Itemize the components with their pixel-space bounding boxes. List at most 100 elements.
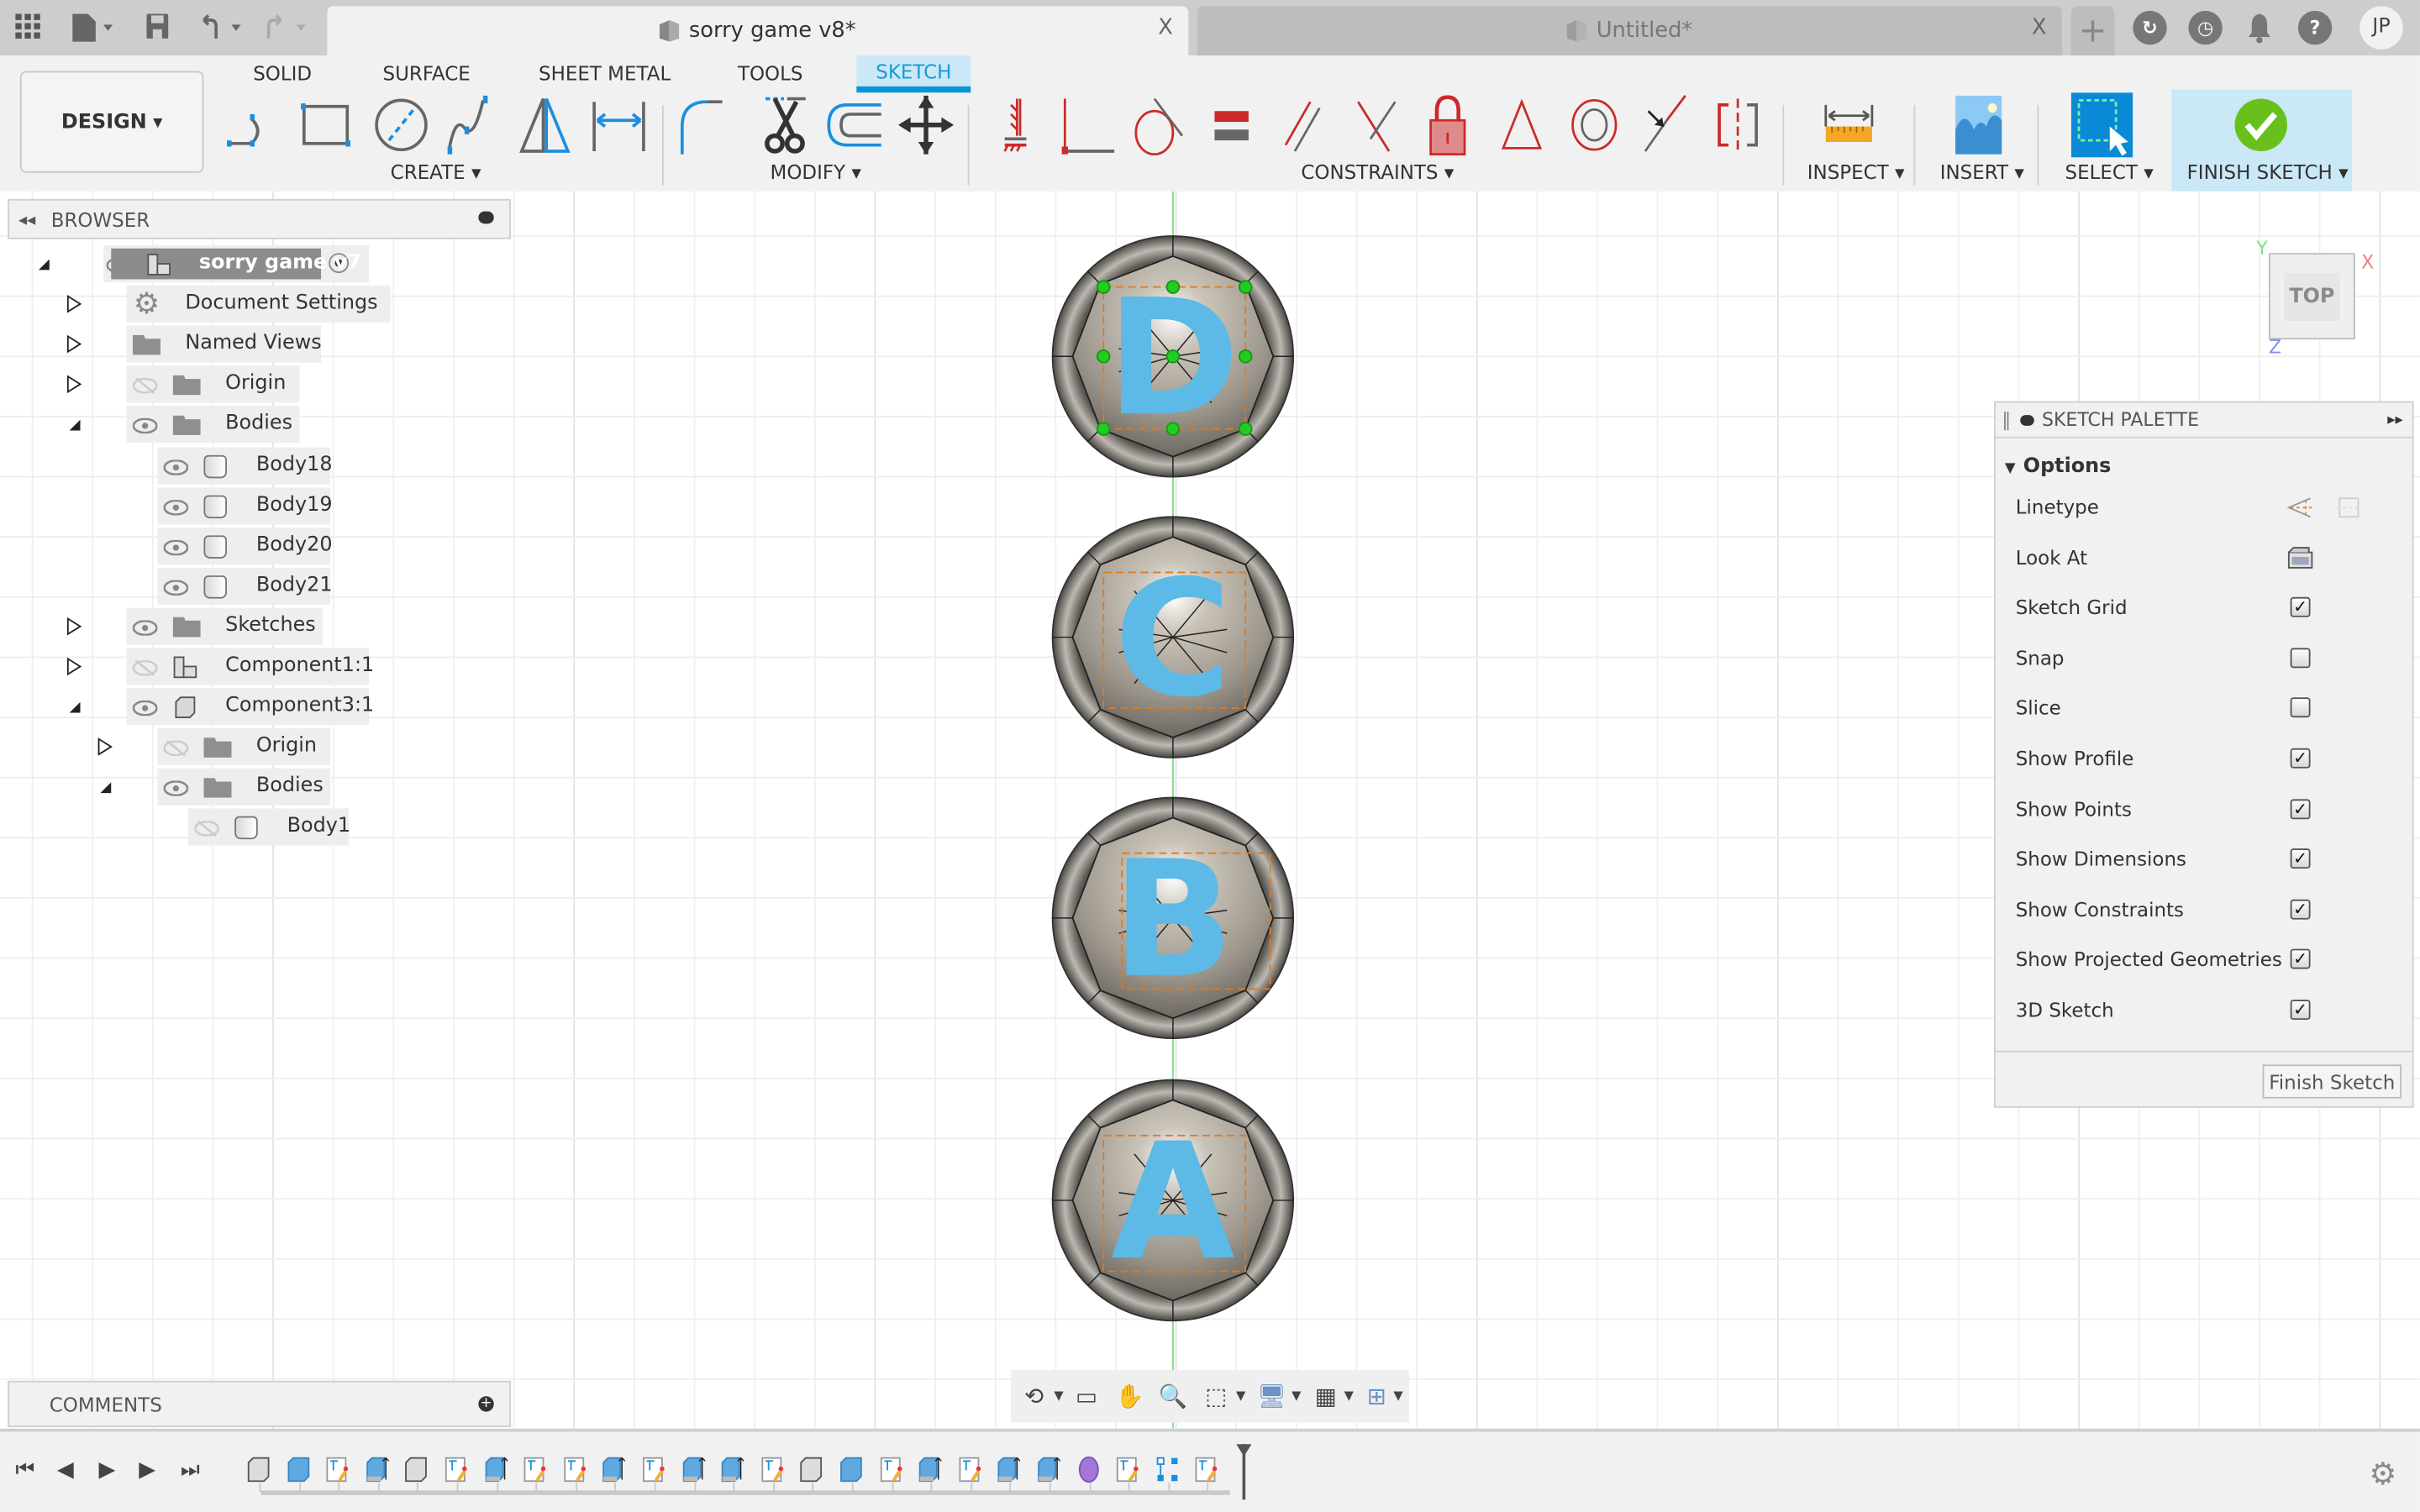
- construction-linetype-icon[interactable]: [2286, 496, 2313, 520]
- expand-arrow-icon[interactable]: [66, 375, 82, 394]
- settings-gear-icon[interactable]: ⚙: [2369, 1455, 2396, 1492]
- timeline-feature-sketch[interactable]: [326, 1457, 350, 1483]
- palette-checkbox-show-constraints[interactable]: ✓: [2290, 899, 2311, 920]
- sketch-point[interactable]: [1096, 349, 1111, 364]
- midpoint-tool[interactable]: [1633, 92, 1694, 157]
- timeline-marker-head[interactable]: [1236, 1444, 1252, 1457]
- browser-item[interactable]: Named Views: [0, 325, 509, 363]
- close-tab-button[interactable]: X: [1158, 15, 1173, 39]
- visibility-eye-icon[interactable]: [132, 618, 158, 636]
- browser-item[interactable]: Bodies: [0, 406, 509, 444]
- browser-item[interactable]: sorry game v7: [0, 245, 509, 283]
- timeline-feature-extrude-arrow[interactable]: [1037, 1457, 1061, 1483]
- timeline-feature-sketch[interactable]: [563, 1457, 587, 1483]
- collapse-arrow-icon[interactable]: [35, 255, 50, 273]
- sketch-point[interactable]: [1238, 422, 1253, 436]
- hidden-eye-icon[interactable]: [132, 659, 158, 677]
- chevron-down-icon[interactable]: ▼: [1341, 1381, 1356, 1412]
- chevron-down-icon[interactable]: ▼: [1051, 1381, 1066, 1412]
- timeline-feature-box[interactable]: [405, 1457, 429, 1483]
- notifications-icon[interactable]: [2244, 13, 2275, 44]
- browser-item[interactable]: Sketches: [0, 607, 509, 645]
- save-icon[interactable]: [142, 13, 173, 44]
- insert-menu[interactable]: INSERT ▾: [1940, 160, 2024, 184]
- symmetry-tool[interactable]: [1707, 92, 1768, 157]
- parallel-tool[interactable]: [1273, 92, 1334, 157]
- viewport-canvas[interactable]: D C B A ◂◂ BROWSER sorry game v7 ⚙ Docum…: [0, 191, 2420, 1429]
- extensions-icon[interactable]: ↻: [2133, 10, 2167, 45]
- chevron-down-icon[interactable]: ▼: [1289, 1381, 1304, 1412]
- timeline-feature-sketch[interactable]: [1116, 1457, 1139, 1483]
- app-grid-icon[interactable]: [13, 13, 44, 44]
- visibility-eye-icon[interactable]: [163, 498, 189, 516]
- sketch-point[interactable]: [1165, 349, 1181, 364]
- browser-item[interactable]: Body21: [0, 567, 509, 605]
- zoom-icon[interactable]: 🔍: [1156, 1381, 1190, 1412]
- finish-sketch-palette-button[interactable]: Finish Sketch: [2262, 1064, 2402, 1099]
- timeline-feature-box[interactable]: [247, 1457, 271, 1483]
- insert-image-tool[interactable]: [1948, 92, 2009, 157]
- constraints-menu[interactable]: CONSTRAINTS ▾: [1301, 160, 1454, 184]
- new-tab-button[interactable]: +: [2070, 6, 2115, 56]
- go-to-end-icon[interactable]: ⏭: [181, 1458, 200, 1483]
- look-at-icon[interactable]: ▭: [1070, 1381, 1103, 1412]
- perpendicular-tool[interactable]: [1346, 92, 1407, 157]
- viewcube[interactable]: Y X TOP Z: [2256, 234, 2374, 358]
- palette-checkbox-show-points[interactable]: ✓: [2290, 798, 2311, 819]
- browser-item[interactable]: ⚙ Document Settings: [0, 285, 509, 323]
- tab-sheet-metal[interactable]: SHEET METAL: [529, 55, 680, 89]
- modify-menu[interactable]: MODIFY ▾: [771, 160, 861, 184]
- close-tab-button[interactable]: X: [2032, 15, 2047, 39]
- browser-item[interactable]: Bodies: [0, 769, 509, 806]
- fillet-tool[interactable]: [676, 92, 737, 157]
- concentric-tool[interactable]: [1564, 92, 1625, 157]
- expand-arrow-icon[interactable]: [66, 335, 82, 354]
- sketch-point[interactable]: [1238, 280, 1253, 294]
- user-avatar[interactable]: JP: [2360, 6, 2403, 50]
- grid-icon[interactable]: ▦: [1309, 1381, 1343, 1412]
- trim-tool[interactable]: [753, 92, 814, 157]
- timeline-feature-pattern[interactable]: [1155, 1457, 1179, 1483]
- browser-item[interactable]: Origin: [0, 728, 509, 766]
- equal-tool[interactable]: [1201, 92, 1262, 157]
- game-token-c[interactable]: C: [1042, 506, 1304, 768]
- timeline-feature-sketch[interactable]: [642, 1457, 666, 1483]
- rectangle-tool[interactable]: [297, 92, 359, 157]
- finish-sketch-menu[interactable]: FINISH SKETCH ▾: [2187, 160, 2349, 184]
- line-tool[interactable]: [224, 92, 285, 157]
- visibility-eye-icon[interactable]: [132, 417, 158, 435]
- browser-item[interactable]: Body1: [0, 809, 509, 847]
- viewports-icon[interactable]: ⊞: [1360, 1381, 1393, 1412]
- collapse-arrow-icon[interactable]: [66, 416, 82, 434]
- expand-arrow-icon[interactable]: [66, 617, 82, 636]
- timeline-feature-extrude[interactable]: [839, 1457, 863, 1483]
- finish-sketch-button[interactable]: [2230, 92, 2291, 157]
- pan-hand-icon[interactable]: ✋: [1113, 1381, 1146, 1412]
- game-token-d[interactable]: D: [1042, 225, 1304, 487]
- centerline-linetype-icon[interactable]: [2335, 496, 2363, 520]
- timeline-feature-extrude-arrow[interactable]: [918, 1457, 943, 1483]
- browser-item[interactable]: Body18: [0, 446, 509, 484]
- help-icon[interactable]: ?: [2297, 10, 2333, 45]
- timeline-feature-extrude[interactable]: [287, 1457, 310, 1483]
- timeline-feature-sketch[interactable]: [879, 1457, 902, 1483]
- timeline-feature-sketch[interactable]: [1195, 1457, 1218, 1483]
- add-comment-icon[interactable]: +: [478, 1396, 494, 1412]
- palette-checkbox-show-projected-geometries[interactable]: ✓: [2290, 949, 2311, 970]
- expand-arrow-icon[interactable]: [97, 738, 113, 757]
- move-copy-tool[interactable]: [895, 92, 956, 157]
- tab-tools[interactable]: TOOLS: [729, 55, 813, 89]
- offset-tool[interactable]: [823, 92, 884, 157]
- orbit-icon[interactable]: ⟲: [1017, 1381, 1050, 1412]
- visibility-eye-icon[interactable]: [163, 538, 189, 556]
- timeline-feature-box[interactable]: [800, 1457, 823, 1483]
- display-settings-icon[interactable]: 🖥: [1255, 1381, 1288, 1412]
- workspace-switcher[interactable]: DESIGN ▼: [19, 71, 204, 173]
- step-forward-icon[interactable]: ▶: [139, 1458, 155, 1483]
- hidden-eye-icon[interactable]: [163, 739, 189, 758]
- visibility-eye-icon[interactable]: [163, 780, 189, 797]
- sketch-point[interactable]: [1096, 280, 1111, 294]
- redo-icon[interactable]: [262, 13, 314, 44]
- fix-constraint-tool[interactable]: [985, 92, 1046, 157]
- inspect-menu[interactable]: INSPECT ▾: [1807, 160, 1905, 184]
